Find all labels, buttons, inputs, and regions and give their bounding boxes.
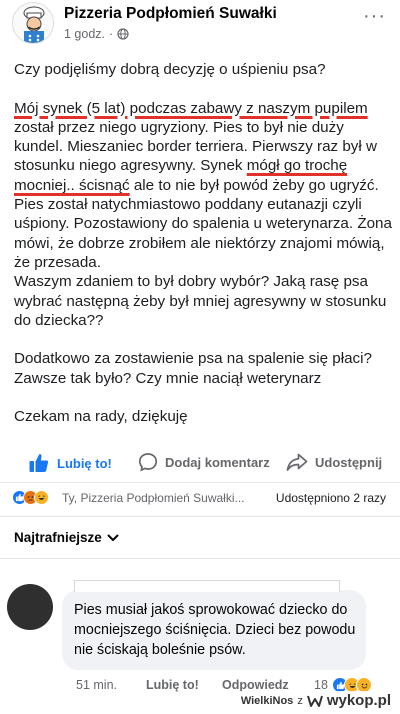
commenter-name-redacted — [74, 580, 340, 592]
post-header: Pizzeria Podpłomień Suwałki 1 godz. · ··… — [0, 0, 400, 46]
wykop-watermark: WielkiNos z wykop.pl — [237, 691, 394, 710]
comment-like-button[interactable]: Lubię to! — [146, 678, 199, 692]
share-label: Udostępnij — [315, 454, 383, 470]
share-icon — [286, 453, 308, 471]
comment-reply-button[interactable]: Odpowiedz — [222, 678, 289, 692]
post-paragraph: Mój synek (5 lat) podczas zabawy z naszy… — [14, 99, 392, 271]
post-time[interactable]: 1 godz. — [64, 27, 105, 41]
comment-button[interactable]: Dodaj komentarz — [138, 452, 270, 472]
page-name[interactable]: Pizzeria Podpłomień Suwałki — [64, 5, 277, 23]
watermark-site: wykop.pl — [326, 692, 391, 709]
comment-icon — [138, 453, 158, 472]
post-paragraph: Waszym zdaniem to był dobry wybór? Jaką … — [14, 273, 387, 329]
comment-text: Pies musiał jakoś sprowokować dziecko do… — [74, 602, 356, 658]
divider — [0, 558, 400, 559]
watermark-user: WielkiNos — [240, 694, 294, 707]
post-text: Czy podjęliśmy dobrą decyzję o uśpieniu … — [14, 60, 392, 427]
divider — [0, 516, 400, 517]
commenter-avatar[interactable] — [7, 584, 53, 630]
page-avatar[interactable] — [12, 2, 54, 44]
like-label: Lubię to! — [57, 455, 112, 471]
chef-logo-icon — [13, 3, 53, 43]
wykop-logo-icon — [306, 695, 323, 707]
post-paragraph: Dodatkowo za zostawienie psa na spalenie… — [14, 350, 372, 387]
like-button[interactable]: Lubię to! — [28, 452, 112, 474]
underlined-text: mocniej.. ścisnąć — [14, 176, 130, 194]
comment-time[interactable]: 51 min. — [76, 678, 117, 692]
reactions-summary: Ty, Pizzeria Podpłomień Suwałki... Udost… — [0, 486, 400, 512]
underlined-text: Mój synek (5 lat) podczas zabawy z naszy… — [14, 99, 368, 117]
divider — [0, 482, 400, 483]
underlined-text: mógł go trochę — [246, 157, 348, 175]
thumbs-up-icon — [29, 454, 49, 472]
reaction-icons[interactable] — [12, 490, 49, 505]
comment-label: Dodaj komentarz — [165, 454, 270, 470]
post-paragraph: Czekam na rady, dziękuję — [14, 408, 188, 426]
post-paragraph: Czy podjęliśmy dobrą decyzję o uśpieniu … — [14, 61, 326, 78]
watermark-separator: z — [297, 694, 303, 707]
share-button[interactable]: Udostępnij — [286, 452, 382, 472]
more-options-button[interactable]: ··· — [363, 6, 386, 26]
comment-sort-dropdown[interactable]: Najtrafniejsze — [14, 530, 120, 545]
shares-count[interactable]: Udostępniono 2 razy — [276, 491, 386, 505]
comment-bubble[interactable]: Pies musiał jakoś sprowokować dziecko do… — [62, 590, 366, 670]
post-meta: 1 godz. · — [64, 27, 129, 41]
post-action-bar: Lubię to! Dodaj komentarz Udostępnij — [0, 448, 400, 478]
globe-icon — [117, 28, 129, 40]
sort-label: Najtrafniejsze — [14, 530, 102, 545]
reaction-names[interactable]: Ty, Pizzeria Podpłomień Suwałki... — [62, 491, 245, 505]
chevron-down-icon — [107, 534, 119, 541]
haha-reaction-icon — [34, 490, 49, 505]
comment-reaction-count[interactable]: 18 — [314, 678, 328, 692]
